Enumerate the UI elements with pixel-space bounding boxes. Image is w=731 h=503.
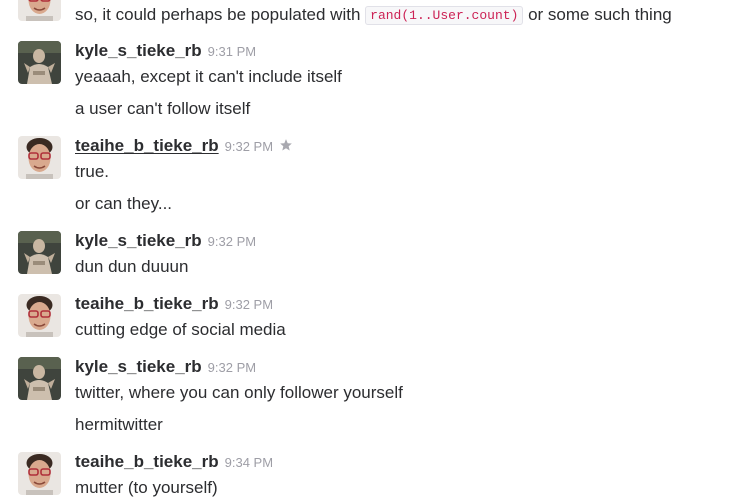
message-header: teaihe_b_tieke_rb 9:32 PM <box>75 136 293 158</box>
avatar-teaihe[interactable] <box>18 136 61 179</box>
username[interactable]: kyle_s_tieke_rb <box>75 231 202 250</box>
avatar-kyle[interactable] <box>18 357 61 400</box>
timestamp[interactable]: 9:32 PM <box>208 360 256 375</box>
timestamp[interactable]: 9:32 PM <box>208 234 256 249</box>
message-text: dun dun duuun <box>75 257 189 276</box>
username[interactable]: teaihe_b_tieke_rb <box>75 294 219 313</box>
message-text: mutter (to yourself) <box>75 478 218 497</box>
timestamp[interactable]: 9:34 PM <box>225 455 273 470</box>
timestamp[interactable]: 9:32 PM <box>225 297 273 312</box>
message-text-part: or some such thing <box>523 5 672 24</box>
timestamp[interactable]: 9:32 PM <box>225 139 273 154</box>
avatar-teaihe[interactable] <box>18 294 61 337</box>
message-text: so, it could perhaps be populated with r… <box>75 4 672 27</box>
message-text: or can they... <box>75 194 173 213</box>
message-text: true. <box>75 162 110 181</box>
message-text: cutting edge of social media <box>75 320 286 339</box>
message-text: hermitwitter <box>75 415 163 434</box>
username[interactable]: teaihe_b_tieke_rb <box>75 452 219 471</box>
avatar-teaihe[interactable] <box>18 452 61 495</box>
message-header: kyle_s_tieke_rb 9:32 PM <box>75 231 256 253</box>
avatar-teaihe[interactable] <box>18 0 61 21</box>
message-text: yeaaah, except it can't include itself <box>75 67 342 86</box>
message-header: kyle_s_tieke_rb 9:32 PM <box>75 357 256 379</box>
avatar-kyle[interactable] <box>18 41 61 84</box>
star-icon[interactable] <box>279 138 293 157</box>
timestamp[interactable]: 9:31 PM <box>208 44 256 59</box>
message-text-part: so, it could perhaps be populated with <box>75 5 366 24</box>
username[interactable]: teaihe_b_tieke_rb <box>75 136 219 155</box>
message-header: teaihe_b_tieke_rb 9:32 PM <box>75 294 273 316</box>
avatar-kyle[interactable] <box>18 231 61 274</box>
message-header: teaihe_b_tieke_rb 9:34 PM <box>75 452 273 474</box>
message-text: twitter, where you can only follower you… <box>75 383 403 402</box>
username[interactable]: kyle_s_tieke_rb <box>75 357 202 376</box>
username[interactable]: kyle_s_tieke_rb <box>75 41 202 60</box>
message-text: a user can't follow itself <box>75 99 251 118</box>
inline-code: rand(1..User.count) <box>365 6 524 25</box>
message-header: kyle_s_tieke_rb 9:31 PM <box>75 41 256 63</box>
